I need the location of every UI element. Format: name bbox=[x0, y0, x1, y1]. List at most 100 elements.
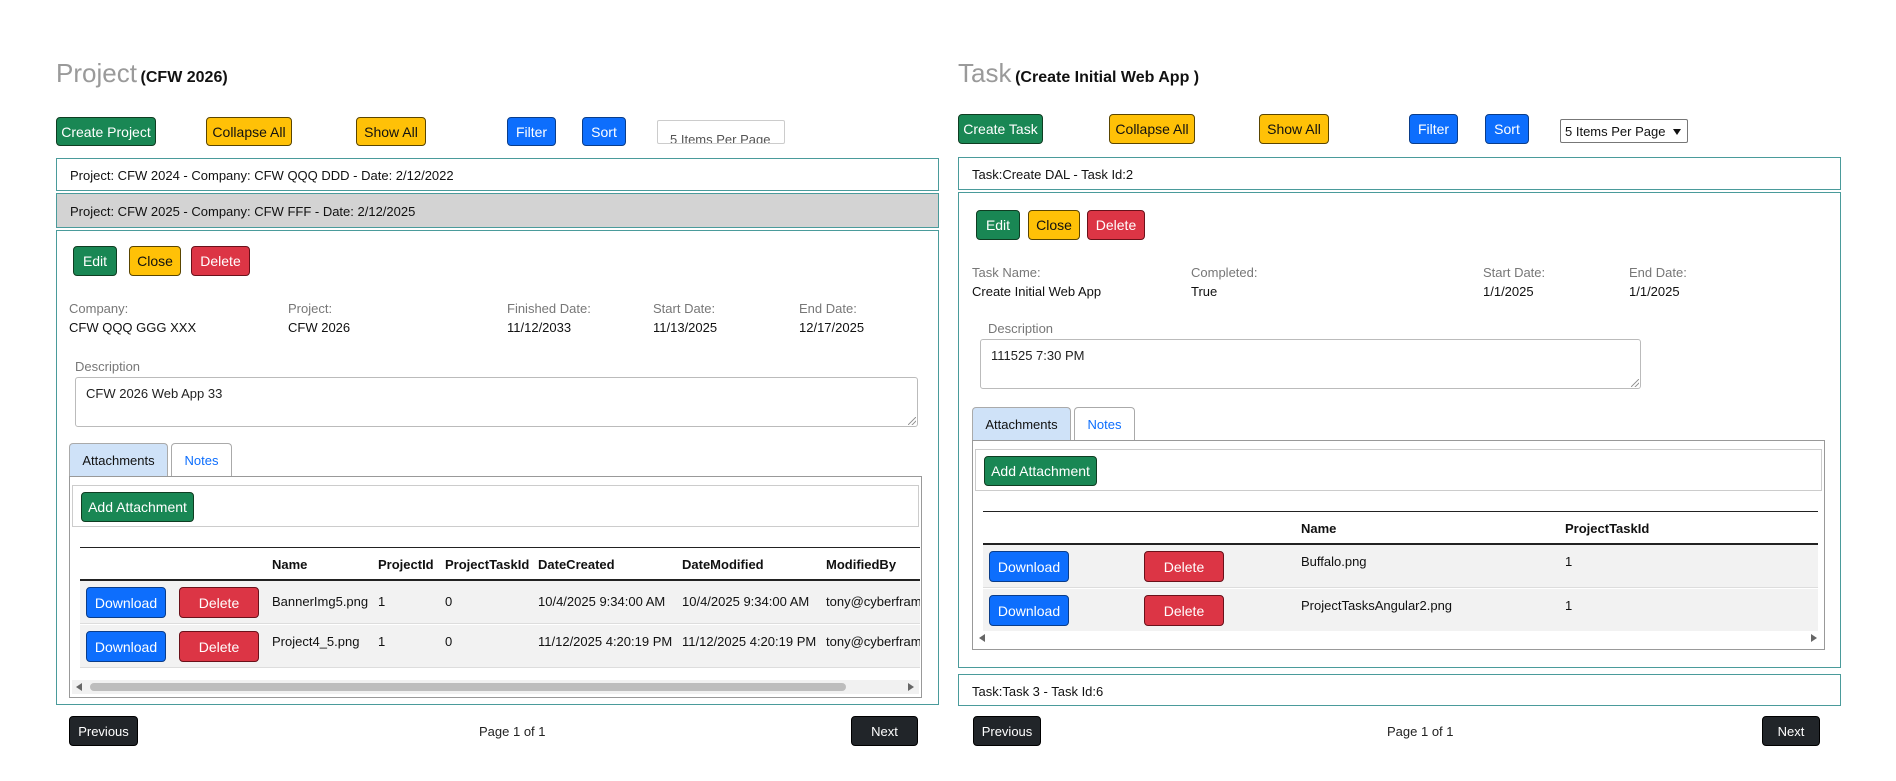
row-delete-button[interactable]: Delete bbox=[1144, 595, 1224, 626]
cell-modified-by: tony@cyberframe bbox=[826, 594, 920, 609]
task-items-per-page-value: 5 Items Per Page bbox=[1565, 123, 1666, 139]
completed-value: True bbox=[1191, 284, 1218, 299]
task-close-button[interactable]: Close bbox=[1028, 210, 1080, 240]
task-title-main: Task bbox=[958, 58, 1012, 88]
task-edit-button[interactable]: Edit bbox=[976, 210, 1020, 240]
scroll-right-arrow-icon[interactable] bbox=[908, 683, 914, 691]
project-items-per-page-value: 5 Items Per Page bbox=[670, 132, 771, 144]
task-next-button[interactable]: Next bbox=[1762, 716, 1820, 746]
cell-name: ProjectTasksAngular2.png bbox=[1301, 598, 1453, 613]
scroll-thumb[interactable] bbox=[90, 683, 846, 691]
project-next-button[interactable]: Next bbox=[851, 716, 918, 746]
project-previous-button[interactable]: Previous bbox=[69, 716, 138, 746]
cell-name: Buffalo.png bbox=[1301, 554, 1367, 569]
cell-date-created: 11/12/2025 4:20:19 PM bbox=[538, 634, 673, 649]
task-start-date-value: 1/1/2025 bbox=[1483, 284, 1534, 299]
project-page-indicator: Page 1 of 1 bbox=[479, 724, 546, 739]
download-button[interactable]: Download bbox=[989, 551, 1069, 582]
project-filter-button[interactable]: Filter bbox=[507, 117, 556, 146]
task-show-all-button[interactable]: Show All bbox=[1259, 114, 1329, 144]
cell-project-task-id: 0 bbox=[445, 594, 453, 609]
row-delete-button[interactable]: Delete bbox=[179, 631, 259, 662]
task-description-label: Description bbox=[988, 321, 1054, 336]
project-title-sub: (CFW 2026) bbox=[140, 69, 228, 86]
completed-label: Completed: bbox=[1191, 265, 1258, 280]
cell-project-task-id: 0 bbox=[445, 634, 453, 649]
cell-project-id: 1 bbox=[378, 634, 386, 649]
project-description-label: Description bbox=[75, 359, 141, 374]
task-row-2[interactable]: Task:Task 3 - Task Id:6 bbox=[958, 674, 1841, 706]
col-date-modified: DateModified bbox=[682, 557, 764, 572]
project-title: Project (CFW 2026) bbox=[56, 58, 228, 89]
task-delete-button[interactable]: Delete bbox=[1087, 210, 1145, 240]
project-delete-button[interactable]: Delete bbox=[191, 246, 250, 276]
col-name: Name bbox=[272, 557, 308, 572]
task-start-date-label: Start Date: bbox=[1483, 265, 1546, 280]
task-items-per-page-select[interactable]: 5 Items Per Page bbox=[1560, 119, 1688, 143]
project-row-2-selected[interactable]: Project: CFW 2025 - Company: CFW FFF - D… bbox=[56, 193, 939, 228]
task-description-value: 111525 7:30 PM bbox=[991, 348, 1085, 363]
project-tab-attachments[interactable]: Attachments bbox=[69, 443, 168, 477]
project-row-1-text: Project: CFW 2024 - Company: CFW QQQ DDD… bbox=[70, 168, 454, 183]
project-add-attachment-button[interactable]: Add Attachment bbox=[81, 492, 194, 522]
project-collapse-all-button[interactable]: Collapse All bbox=[206, 117, 292, 146]
task-end-date-label: End Date: bbox=[1629, 265, 1687, 280]
project-attachments-table: Name ProjectId ProjectTaskId DateCreated… bbox=[80, 547, 920, 672]
task-previous-button[interactable]: Previous bbox=[973, 716, 1041, 746]
task-tab-attachments[interactable]: Attachments bbox=[972, 407, 1071, 441]
row-delete-button[interactable]: Delete bbox=[179, 587, 259, 618]
project-title-main: Project bbox=[56, 58, 137, 88]
table-top-border bbox=[983, 511, 1818, 512]
task-detail-panel: Edit Close Delete Task Name: Create Init… bbox=[958, 192, 1841, 668]
create-task-button[interactable]: Create Task bbox=[958, 114, 1043, 144]
project-row-1[interactable]: Project: CFW 2024 - Company: CFW QQQ DDD… bbox=[56, 158, 939, 191]
task-title: Task (Create Initial Web App ) bbox=[958, 58, 1199, 89]
project-show-all-button[interactable]: Show All bbox=[356, 117, 426, 146]
task-page-indicator: Page 1 of 1 bbox=[1387, 724, 1454, 739]
task-add-attachment-button[interactable]: Add Attachment bbox=[984, 456, 1097, 486]
col-modified-by: ModifiedBy bbox=[826, 557, 897, 572]
download-button[interactable]: Download bbox=[989, 595, 1069, 626]
task-name-value: Create Initial Web App bbox=[972, 284, 1102, 299]
project-edit-button[interactable]: Edit bbox=[73, 246, 117, 276]
project-table-scrollbar[interactable] bbox=[72, 680, 919, 694]
task-collapse-all-button[interactable]: Collapse All bbox=[1109, 114, 1195, 144]
project-sort-button[interactable]: Sort bbox=[582, 117, 626, 146]
row-delete-button[interactable]: Delete bbox=[1144, 551, 1224, 582]
cell-name: Project4_5.png bbox=[272, 634, 360, 649]
finished-date-label: Finished Date: bbox=[507, 301, 591, 316]
cell-project-task-id: 1 bbox=[1565, 598, 1573, 613]
scroll-left-arrow-icon[interactable] bbox=[979, 634, 985, 642]
project-start-date-value: 11/13/2025 bbox=[653, 320, 718, 335]
project-detail-panel: Edit Close Delete Company: CFW QQQ GGG X… bbox=[56, 230, 939, 705]
col-project-task-id: ProjectTaskId bbox=[445, 557, 530, 572]
task-row-1[interactable]: Task:Create DAL - Task Id:2 bbox=[958, 157, 1841, 190]
col-project-task-id: ProjectTaskId bbox=[1565, 521, 1650, 536]
task-filter-button[interactable]: Filter bbox=[1409, 114, 1458, 144]
project-end-date-value: 12/17/2025 bbox=[799, 320, 865, 335]
scroll-left-arrow-icon[interactable] bbox=[76, 683, 82, 691]
project-close-button[interactable]: Close bbox=[129, 246, 181, 276]
download-button[interactable]: Download bbox=[86, 631, 166, 662]
task-description-input[interactable]: 111525 7:30 PM bbox=[980, 339, 1641, 389]
project-end-date-label: End Date: bbox=[799, 301, 857, 316]
task-end-date-value: 1/1/2025 bbox=[1629, 284, 1680, 299]
download-button[interactable]: Download bbox=[86, 587, 166, 618]
task-tab-notes[interactable]: Notes bbox=[1074, 407, 1135, 441]
resize-grip-icon[interactable] bbox=[1631, 379, 1639, 387]
cell-date-created: 10/4/2025 9:34:00 AM bbox=[538, 594, 666, 609]
scroll-right-arrow-icon[interactable] bbox=[1811, 634, 1817, 642]
project-tab-notes[interactable]: Notes bbox=[171, 443, 232, 477]
table-row: Download Delete Buffalo.png 1 bbox=[983, 545, 1818, 588]
table-row: Download Delete BannerImg5.png 1 0 10/4/… bbox=[80, 581, 920, 624]
create-project-button[interactable]: Create Project bbox=[56, 117, 156, 146]
cell-name: BannerImg5.png bbox=[272, 594, 369, 609]
project-start-date-label: Start Date: bbox=[653, 301, 716, 316]
resize-grip-icon[interactable] bbox=[908, 417, 916, 425]
task-sort-button[interactable]: Sort bbox=[1485, 114, 1529, 144]
table-top-border bbox=[80, 547, 920, 548]
task-attachments-panel: Add Attachment Name ProjectTaskId Downlo… bbox=[972, 440, 1825, 650]
col-project-id: ProjectId bbox=[378, 557, 434, 572]
project-items-per-page-select[interactable]: 5 Items Per Page bbox=[657, 120, 785, 144]
project-description-input[interactable]: CFW 2026 Web App 33 bbox=[75, 377, 918, 427]
